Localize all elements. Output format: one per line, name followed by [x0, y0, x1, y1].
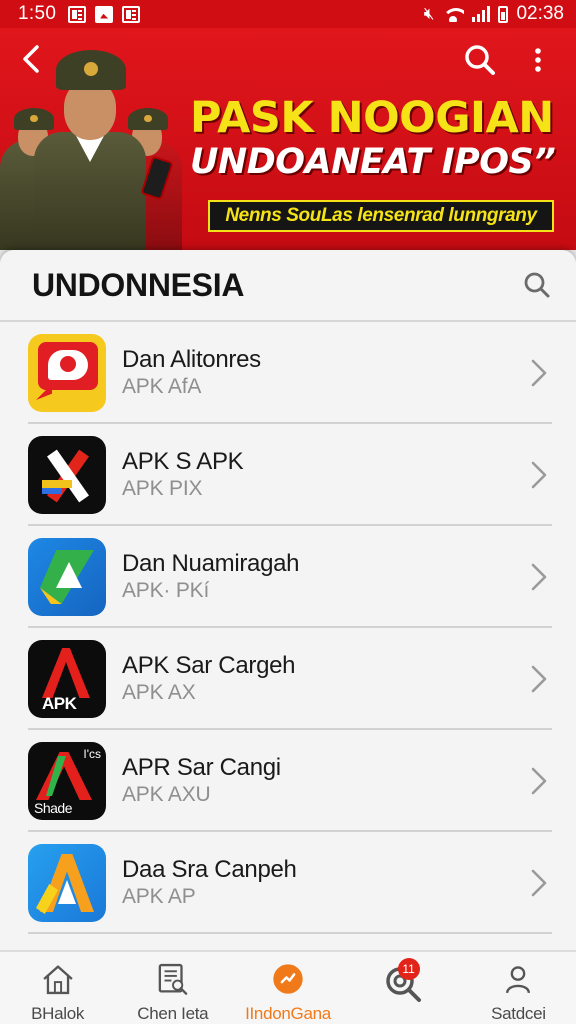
app-name: APK Sar Cargeh: [122, 652, 296, 679]
app-subtitle: APK AP: [122, 885, 196, 908]
status-bar: 1:50 🔇︎ 02:38: [0, 0, 576, 28]
banner-subtitle: UNDOANEAT IPOS”: [190, 142, 556, 182]
more-vertical-icon: [535, 48, 541, 72]
app-subtitle: APK PIX: [122, 477, 203, 500]
signal-icon: [472, 6, 491, 22]
app-name: Dan Nuamiragah: [122, 550, 300, 577]
section-title: UNDONNESIA: [32, 266, 245, 303]
nav-label: BHalok: [31, 1004, 85, 1023]
news-notification-icon: [68, 5, 87, 23]
overflow-menu-button[interactable]: [524, 44, 552, 76]
search-icon: [524, 272, 550, 298]
app-icon-label: APK: [42, 694, 77, 713]
app-subtitle: APK AX: [122, 681, 196, 704]
app-subtitle: APK AXU: [122, 783, 211, 806]
bolt-circle-icon: [273, 964, 303, 994]
search-icon: [465, 45, 495, 75]
chevron-right-icon: [531, 767, 547, 795]
app-name: APR Sar Cangi: [122, 754, 281, 781]
app-name: Daa Sra Canpeh: [122, 856, 297, 883]
app-icon-blue-a: [28, 844, 106, 922]
section-header: UNDONNESIA: [0, 250, 576, 322]
hero-banner: PASK NOOGIAN UNDOANEAT IPOS” Nenns SouLa…: [0, 28, 576, 250]
chevron-right-icon: [531, 665, 547, 693]
status-right: 🔇︎ 02:38: [424, 3, 564, 25]
status-time: 1:50: [18, 3, 57, 24]
chevron-right-icon: [531, 461, 547, 489]
app-icon-chat: [28, 334, 106, 412]
notification-icons: [68, 5, 141, 23]
bottom-nav: BHalok Chen Ieta IIndonGana 11 Satdcei: [0, 950, 576, 1024]
app-name: APK S APK: [122, 448, 244, 475]
list-item[interactable]: I'cs Shade APR Sar Cangi APK AXU: [0, 730, 576, 832]
app-subtitle: APK· PKí: [122, 579, 210, 602]
document-search-icon: [158, 963, 188, 995]
notification-badge: 11: [397, 958, 420, 980]
header-search-button[interactable]: [462, 42, 498, 78]
app-name: Dan Alitonres: [122, 346, 261, 373]
back-button[interactable]: [16, 42, 46, 76]
nav-label: Satdcei: [491, 1004, 546, 1023]
app-icon-label-top: I'cs: [83, 747, 101, 761]
banner-title: PASK NOOGIAN: [190, 93, 554, 143]
app-icon-shade-a: I'cs Shade: [28, 742, 106, 820]
message-notification-icon: [122, 5, 141, 23]
gallery-notification-icon: [95, 5, 114, 23]
chevron-right-icon: [531, 563, 547, 591]
nav-item-search[interactable]: 11: [346, 952, 461, 1024]
content-card: UNDONNESIA Dan Alitonres APK AfA APK S A…: [0, 250, 576, 950]
back-arrow-icon: [23, 45, 39, 73]
list-item[interactable]: APK S APK APK PIX: [0, 424, 576, 526]
nav-item-indonesia[interactable]: IIndonGana: [230, 952, 345, 1024]
app-icon-x-logo: [28, 436, 106, 514]
app-icon-triangle: [28, 538, 106, 616]
battery-icon: [498, 5, 509, 23]
app-icon-label-bottom: Shade: [34, 800, 72, 816]
mute-icon: 🔇︎: [423, 4, 435, 23]
nav-label: IIndonGana: [245, 1004, 331, 1023]
nav-label: Chen Ieta: [137, 1004, 209, 1023]
list-item[interactable]: APK APK Sar Cargeh APK AX: [0, 628, 576, 730]
list-item[interactable]: Daa Sra Canpeh APK AP: [0, 832, 576, 934]
section-search-button[interactable]: [522, 270, 552, 300]
profile-icon: [506, 966, 531, 994]
app-subtitle: APK AfA: [122, 375, 202, 398]
list-item[interactable]: Dan Alitonres APK AfA: [0, 322, 576, 424]
app-list: Dan Alitonres APK AfA APK S APK APK PIX: [0, 322, 576, 934]
app-icon-apk-a: APK: [28, 640, 106, 718]
banner-tagline: Nenns SouLas lensenrad lunngrany: [208, 200, 554, 232]
nav-item-document[interactable]: Chen Ieta: [115, 952, 230, 1024]
wifi-icon: [442, 6, 465, 22]
home-icon: [42, 965, 73, 995]
status-clock: 02:38: [516, 3, 564, 24]
nav-item-home[interactable]: BHalok: [0, 952, 115, 1024]
list-item[interactable]: Dan Nuamiragah APK· PKí: [0, 526, 576, 628]
nav-item-profile[interactable]: Satdcei: [461, 952, 576, 1024]
chevron-right-icon: [531, 869, 547, 897]
chevron-right-icon: [531, 359, 547, 387]
